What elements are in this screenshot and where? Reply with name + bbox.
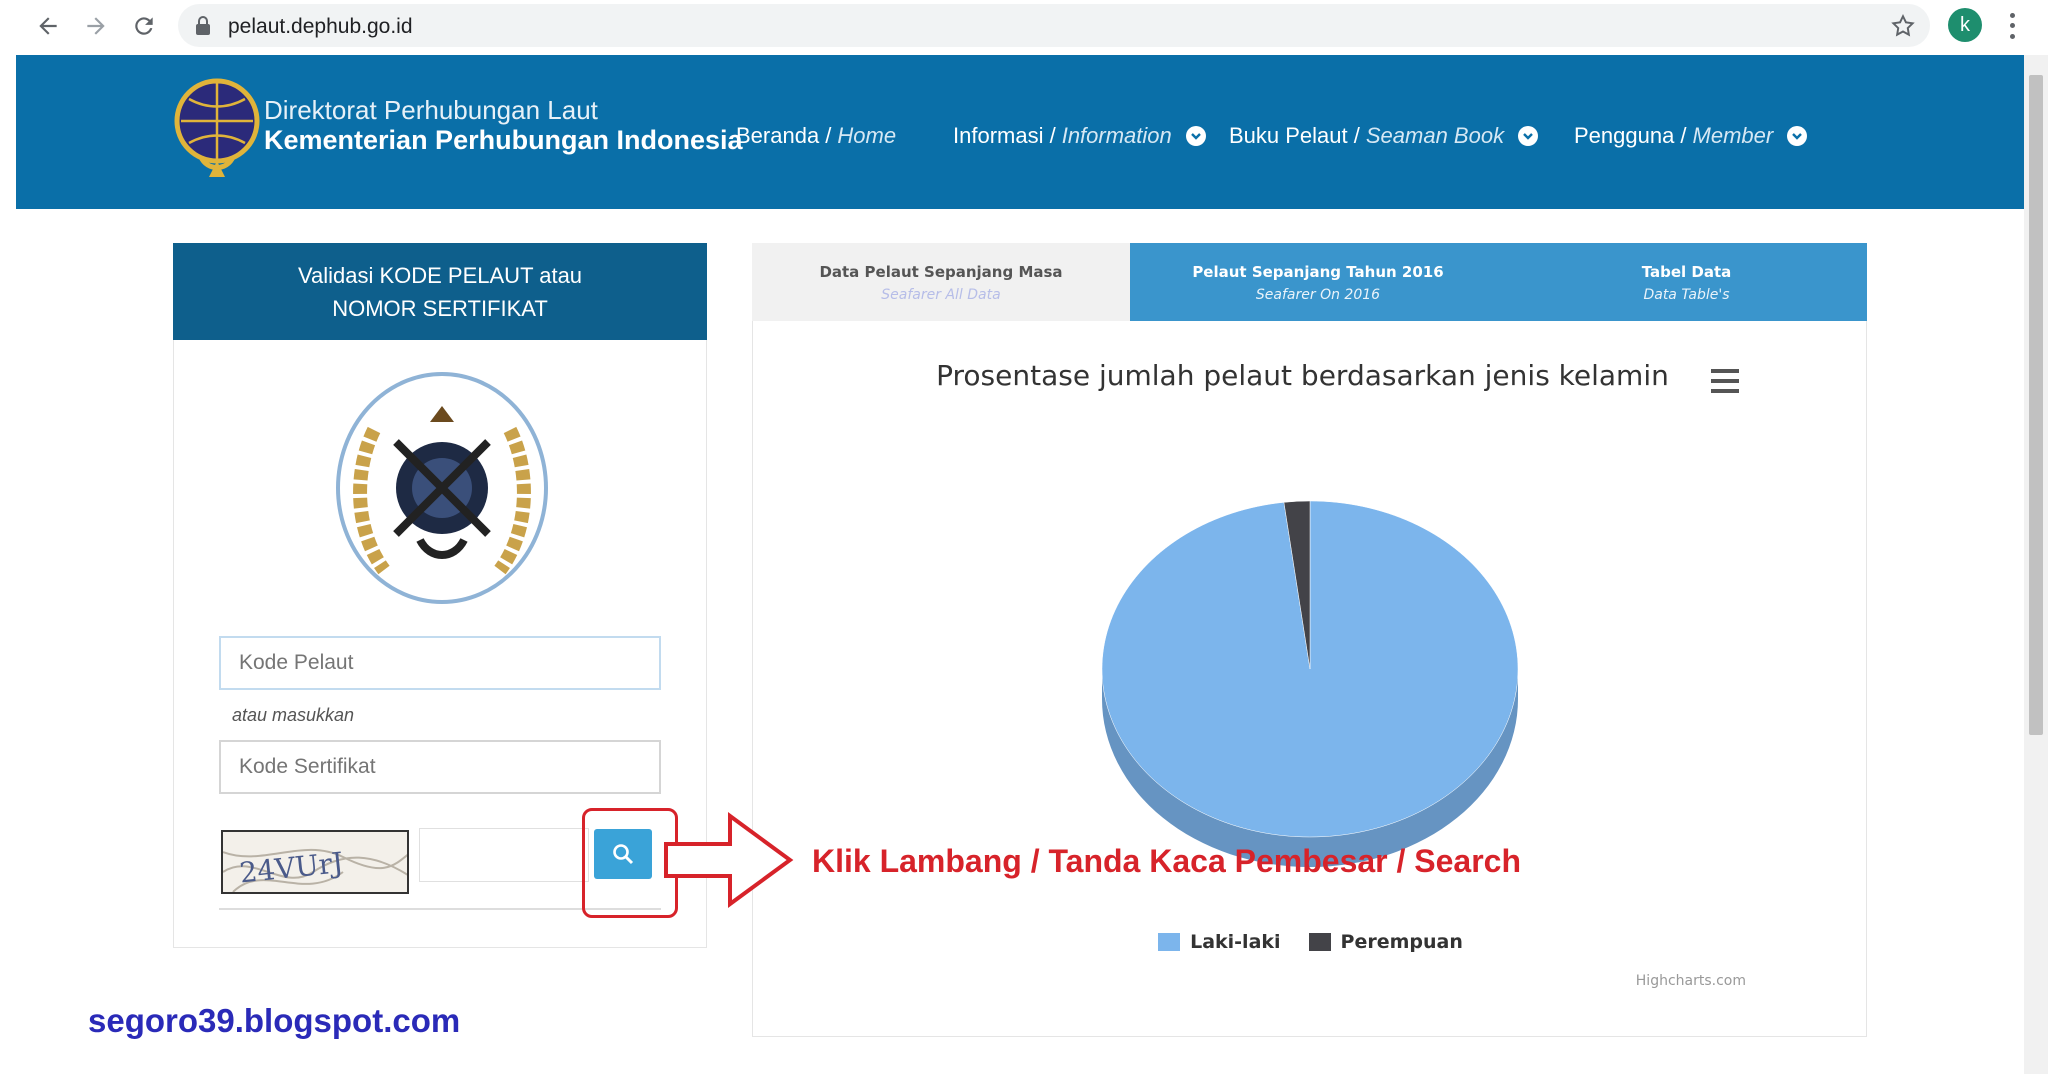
scroll-thumb[interactable] (2029, 75, 2043, 735)
seafarer-seal-icon (336, 372, 548, 604)
nav-home-label-en: Home (837, 123, 897, 148)
browser-menu-icon[interactable] (2000, 10, 2024, 42)
legend-item-female[interactable]: Perempuan (1308, 931, 1463, 953)
alternative-hint: atau masukkan (232, 705, 355, 725)
validation-panel-title: Validasi KODE PELAUT atau NOMOR SERTIFIK… (173, 243, 707, 340)
tab-2016[interactable]: Pelaut Sepanjang Tahun 2016 Seafarer On … (1130, 243, 1506, 321)
forward-arrow-icon[interactable] (80, 10, 112, 42)
captcha-text: 24VUrJ (238, 846, 345, 890)
org-name-line2: Kementerian Perhubungan Indonesia (264, 125, 743, 155)
nav-member-label: Pengguna / (1574, 123, 1687, 148)
kode-pelaut-input[interactable] (219, 636, 661, 690)
nav-information-label-en: Information (1061, 123, 1172, 148)
captcha-input[interactable] (419, 828, 589, 882)
bookmark-star-icon[interactable] (1890, 13, 1916, 39)
dephub-logo-icon[interactable] (171, 77, 263, 181)
kode-sertifikat-input[interactable] (219, 740, 661, 794)
tab-all-data-subtitle: Seafarer All Data (881, 287, 1001, 303)
chart-panel: Prosentase jumlah pelaut berdasarkan jen… (752, 321, 1867, 1037)
tab-data-table-subtitle: Data Table's (1643, 287, 1730, 303)
lock-icon (196, 16, 210, 35)
tab-2016-subtitle: Seafarer On 2016 (1255, 287, 1381, 303)
nav-member-label-en: Member (1692, 123, 1774, 148)
chevron-down-icon[interactable] (1787, 126, 1808, 146)
pie-chart (1101, 500, 1519, 867)
nav-home-label: Beranda / (736, 123, 832, 148)
org-name-line1: Direktorat Perhubungan Laut (264, 95, 598, 125)
page-scrollbar[interactable] (2024, 55, 2048, 1074)
tab-all-data[interactable]: Data Pelaut Sepanjang Masa Seafarer All … (752, 243, 1130, 321)
annotation-text: Klik Lambang / Tanda Kaca Pembesar / Sea… (812, 843, 1522, 879)
nav-information[interactable]: Informasi / Information (953, 123, 1206, 149)
profile-avatar[interactable]: k (1948, 8, 1982, 42)
validation-title-line2: NOMOR SERTIFIKAT (332, 296, 548, 321)
chart-credits[interactable]: Highcharts.com (1636, 973, 1746, 989)
legend-swatch-female (1308, 933, 1331, 951)
chevron-down-icon[interactable] (1518, 126, 1539, 146)
tab-2016-title: Pelaut Sepanjang Tahun 2016 (1192, 263, 1444, 281)
url-text[interactable]: pelaut.dephub.go.id (228, 15, 413, 39)
legend-swatch-male (1158, 933, 1181, 951)
nav-information-label: Informasi / (953, 123, 1056, 148)
nav-seaman-book-label-en: Seaman Book (1365, 123, 1505, 148)
chart-legend: Laki-laki Perempuan (753, 931, 1868, 953)
browser-toolbar: pelaut.dephub.go.id k (0, 0, 2048, 52)
nav-home[interactable]: Beranda / Home (736, 123, 896, 149)
blog-watermark: segoro39.blogspot.com (88, 1002, 461, 1039)
annotation-arrow-icon (664, 812, 794, 908)
captcha-image: 24VUrJ (221, 830, 409, 894)
nav-member[interactable]: Pengguna / Member (1574, 123, 1808, 149)
chevron-down-icon[interactable] (1185, 126, 1206, 146)
legend-label-female: Perempuan (1340, 931, 1463, 953)
validation-title-line1: Validasi KODE PELAUT atau (297, 263, 583, 288)
tab-all-data-title: Data Pelaut Sepanjang Masa (819, 263, 1063, 281)
tab-data-table-title: Tabel Data (1641, 263, 1732, 281)
site-header: Direktorat Perhubungan Laut Kementerian … (16, 55, 2024, 209)
nav-seaman-book-label: Buku Pelaut / (1229, 123, 1360, 148)
reload-icon[interactable] (128, 10, 160, 42)
back-arrow-icon[interactable] (32, 10, 64, 42)
tab-data-table[interactable]: Tabel Data Data Table's (1506, 243, 1867, 321)
legend-item-male[interactable]: Laki-laki (1158, 931, 1281, 953)
address-bar[interactable]: pelaut.dephub.go.id (178, 4, 1930, 47)
nav-seaman-book[interactable]: Buku Pelaut / Seaman Book (1229, 123, 1539, 149)
legend-label-male: Laki-laki (1190, 931, 1281, 953)
